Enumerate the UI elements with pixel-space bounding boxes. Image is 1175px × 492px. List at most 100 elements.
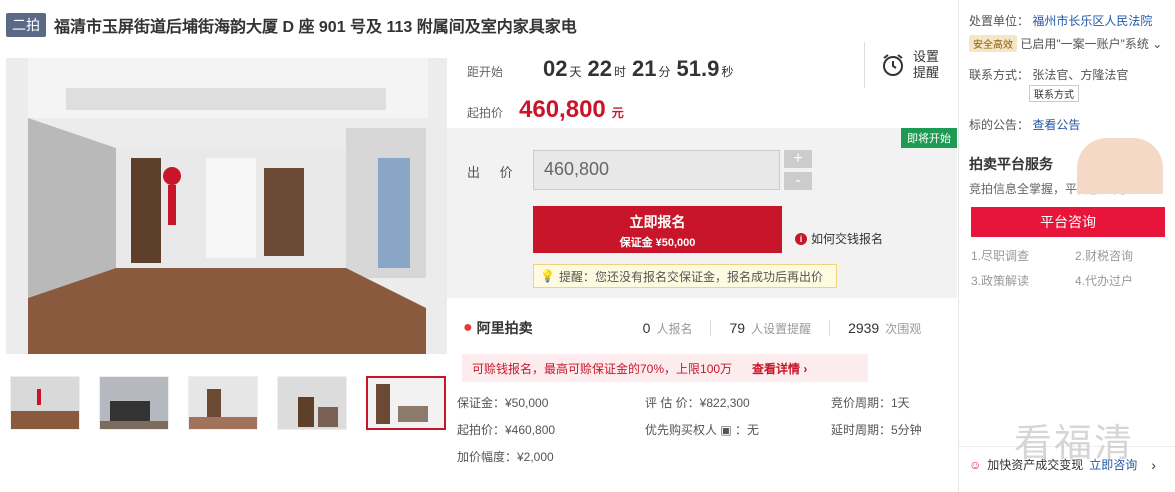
countdown-days-unit: 天 bbox=[569, 65, 582, 79]
signup-count-label: 人报名 bbox=[656, 321, 693, 336]
thumbnail-3[interactable] bbox=[188, 376, 258, 430]
signup-button-label: 立即报名 bbox=[629, 214, 686, 230]
account-system-text[interactable]: 已启用"一案一账户"系统 ⌄ bbox=[1020, 37, 1162, 51]
countdown-hours: 22 bbox=[587, 56, 612, 81]
deposit-reminder-tip: 💡 提醒：您还没有报名交保证金，报名成功后再出价 bbox=[533, 264, 837, 288]
reminder-label-line1: 设置 bbox=[913, 49, 940, 64]
org-label: 处置单位： bbox=[969, 14, 1030, 28]
notice-label: 标的公告： bbox=[969, 118, 1030, 132]
decrease-bid-button[interactable]: - bbox=[784, 172, 812, 190]
start-price-detail: 起拍价：¥460,800 bbox=[457, 423, 556, 437]
contact-row: 联系方式： 张法官、方隆法官 bbox=[959, 52, 1175, 83]
thumbnail-strip bbox=[10, 376, 465, 430]
start-price-unit: 元 bbox=[611, 106, 624, 120]
safe-badge: 安全高效 bbox=[969, 35, 1017, 52]
service-agent-avatar bbox=[1077, 138, 1163, 194]
platform-service-box: 拍卖平台服务 竞拍信息全掌握，平台服务更放心 平台咨询 1.尽职调查 2.财税咨… bbox=[959, 134, 1175, 294]
deposit-detail: 保证金：¥50,000 bbox=[457, 396, 549, 410]
thumbnail-image bbox=[11, 377, 79, 429]
divider bbox=[710, 320, 712, 336]
how-to-pay-link[interactable]: i 如何交钱报名 bbox=[795, 230, 883, 247]
contact-names: 张法官、方隆法官 bbox=[1032, 68, 1129, 82]
main-photo[interactable] bbox=[6, 58, 447, 354]
chevron-right-icon: › bbox=[1151, 456, 1156, 473]
countdown: 距开始 02 天 22 时 21 分 51.9 秒 bbox=[467, 56, 739, 82]
lightbulb-icon: 💡 bbox=[540, 269, 555, 283]
thumbnail-4[interactable] bbox=[277, 376, 347, 430]
thumbnail-image bbox=[368, 378, 444, 428]
ali-auction-logo: ● 阿里拍卖 bbox=[463, 318, 533, 338]
priority-buyer-detail: 优先购买权人 ▣ ：无 bbox=[645, 423, 760, 437]
status-badge: 即将开始 bbox=[901, 128, 957, 148]
start-price-label: 起拍价 bbox=[467, 106, 504, 120]
alarm-clock-icon bbox=[883, 54, 903, 76]
thumbnail-image bbox=[189, 377, 257, 429]
promo-details-link[interactable]: 查看详情 › bbox=[752, 360, 807, 377]
reminder-count-label: 人设置提醒 bbox=[751, 321, 812, 336]
countdown-label: 距开始 bbox=[467, 65, 504, 79]
signup-button[interactable]: 立即报名 保证金 ¥50,000 bbox=[533, 206, 782, 253]
deposit-label: 保证金 ¥50,000 bbox=[619, 237, 696, 249]
thumbnail-1[interactable] bbox=[10, 376, 80, 430]
view-count-value: 2939 bbox=[848, 319, 880, 336]
org-name-link[interactable]: 福州市长乐区人民法院 bbox=[1032, 14, 1152, 28]
service-list: 1.尽职调查 2.财税咨询 3.政策解读 4.代办过户 bbox=[971, 247, 1175, 289]
notice-link[interactable]: 查看公告 bbox=[1032, 118, 1080, 132]
ali-logo-icon: ● bbox=[463, 319, 473, 336]
platform-consult-button[interactable]: 平台咨询 bbox=[971, 207, 1165, 237]
service-item[interactable]: 3.政策解读 bbox=[971, 272, 1075, 289]
credit-promo-banner: 可赊钱报名，最高可赊保证金的70%，上限100万 查看详情 › bbox=[462, 354, 868, 382]
delay-period-detail: 延时周期：5分钟 bbox=[831, 423, 922, 437]
details-grid: 保证金：¥50,000 评 估 价：¥822,300 竞价周期：1天 起拍价：¥… bbox=[447, 386, 957, 467]
start-price-value: 460,800 bbox=[519, 96, 606, 123]
countdown-panel: 距开始 02 天 22 时 21 分 51.9 秒 起拍价 460,800 元 … bbox=[447, 42, 957, 128]
auction-round-badge: 二拍 bbox=[6, 13, 46, 37]
contact-button-row: 联系方式 bbox=[959, 83, 1175, 102]
listing-title-row: 二拍 福清市玉屏街道后埔街海韵大厦 D 座 901 号及 113 附属间及室内家… bbox=[6, 12, 577, 38]
service-icon: ☺ bbox=[969, 457, 982, 472]
contact-button[interactable]: 联系方式 bbox=[1029, 85, 1079, 102]
thumbnail-image bbox=[278, 377, 346, 429]
notice-row: 标的公告： 查看公告 bbox=[959, 102, 1175, 133]
room-photo-image bbox=[6, 58, 447, 354]
org-row: 处置单位： 福州市长乐区人民法院 bbox=[959, 0, 1175, 29]
appraisal-detail: 评 估 价：¥822,300 bbox=[645, 396, 750, 410]
countdown-seconds-unit: 秒 bbox=[721, 65, 734, 79]
bid-panel: 即将开始 出 价 460,800 + - 立即报名 保证金 ¥50,000 i … bbox=[447, 128, 957, 298]
account-row: 安全高效 已启用"一案一账户"系统 ⌄ bbox=[959, 29, 1175, 52]
thumbnail-2[interactable] bbox=[99, 376, 169, 430]
ali-logo-text: 阿里拍卖 bbox=[476, 320, 533, 336]
watermark: 看福清 bbox=[1014, 421, 1135, 465]
info-icon: i bbox=[795, 232, 807, 245]
countdown-hours-unit: 时 bbox=[614, 65, 627, 79]
reminder-label: 设置 提醒 bbox=[913, 49, 939, 81]
service-item[interactable]: 2.财税咨询 bbox=[1075, 247, 1175, 264]
contact-label: 联系方式： bbox=[969, 68, 1030, 82]
countdown-days: 02 bbox=[543, 56, 568, 81]
countdown-seconds: 51.9 bbox=[676, 56, 720, 81]
thumbnail-image bbox=[100, 377, 168, 429]
tip-text: 提醒：您还没有报名交保证金，报名成功后再出价 bbox=[558, 269, 823, 284]
reminder-count: 79 人设置提醒 bbox=[729, 320, 811, 337]
bid-amount-input[interactable]: 460,800 bbox=[533, 150, 780, 190]
reminder-label-line2: 提醒 bbox=[913, 65, 940, 80]
signup-count-value: 0 bbox=[642, 319, 651, 336]
bid-label: 出 价 bbox=[467, 165, 521, 180]
how-to-pay-label: 如何交钱报名 bbox=[811, 232, 884, 246]
view-count-label: 次围观 bbox=[885, 321, 922, 336]
promo-text: 可赊钱报名，最高可赊保证金的70%，上限100万 bbox=[472, 361, 733, 376]
signup-count: 0 人报名 bbox=[643, 320, 693, 337]
bid-period-detail: 竞价周期：1天 bbox=[831, 396, 910, 410]
set-reminder-button[interactable]: 设置 提醒 bbox=[864, 42, 939, 88]
auction-details: 保证金：¥50,000 评 估 价：¥822,300 竞价周期：1天 起拍价：¥… bbox=[447, 386, 957, 467]
reminder-count-value: 79 bbox=[729, 319, 746, 336]
thumbnail-5-selected[interactable] bbox=[366, 376, 446, 430]
auction-stats: ● 阿里拍卖 0 人报名 79 人设置提醒 2939 次围观 bbox=[447, 310, 957, 346]
page-title: 福清市玉屏街道后埔街海韵大厦 D 座 901 号及 113 附属间及室内家具家电 bbox=[54, 19, 577, 36]
service-item[interactable]: 1.尽职调查 bbox=[971, 247, 1075, 264]
service-item[interactable]: 4.代办过户 bbox=[1075, 272, 1175, 289]
increase-bid-button[interactable]: + bbox=[784, 150, 812, 168]
increment-detail: 加价幅度：¥2,000 bbox=[457, 450, 554, 464]
countdown-minutes: 21 bbox=[632, 56, 657, 81]
bid-stepper: + - bbox=[784, 150, 812, 194]
